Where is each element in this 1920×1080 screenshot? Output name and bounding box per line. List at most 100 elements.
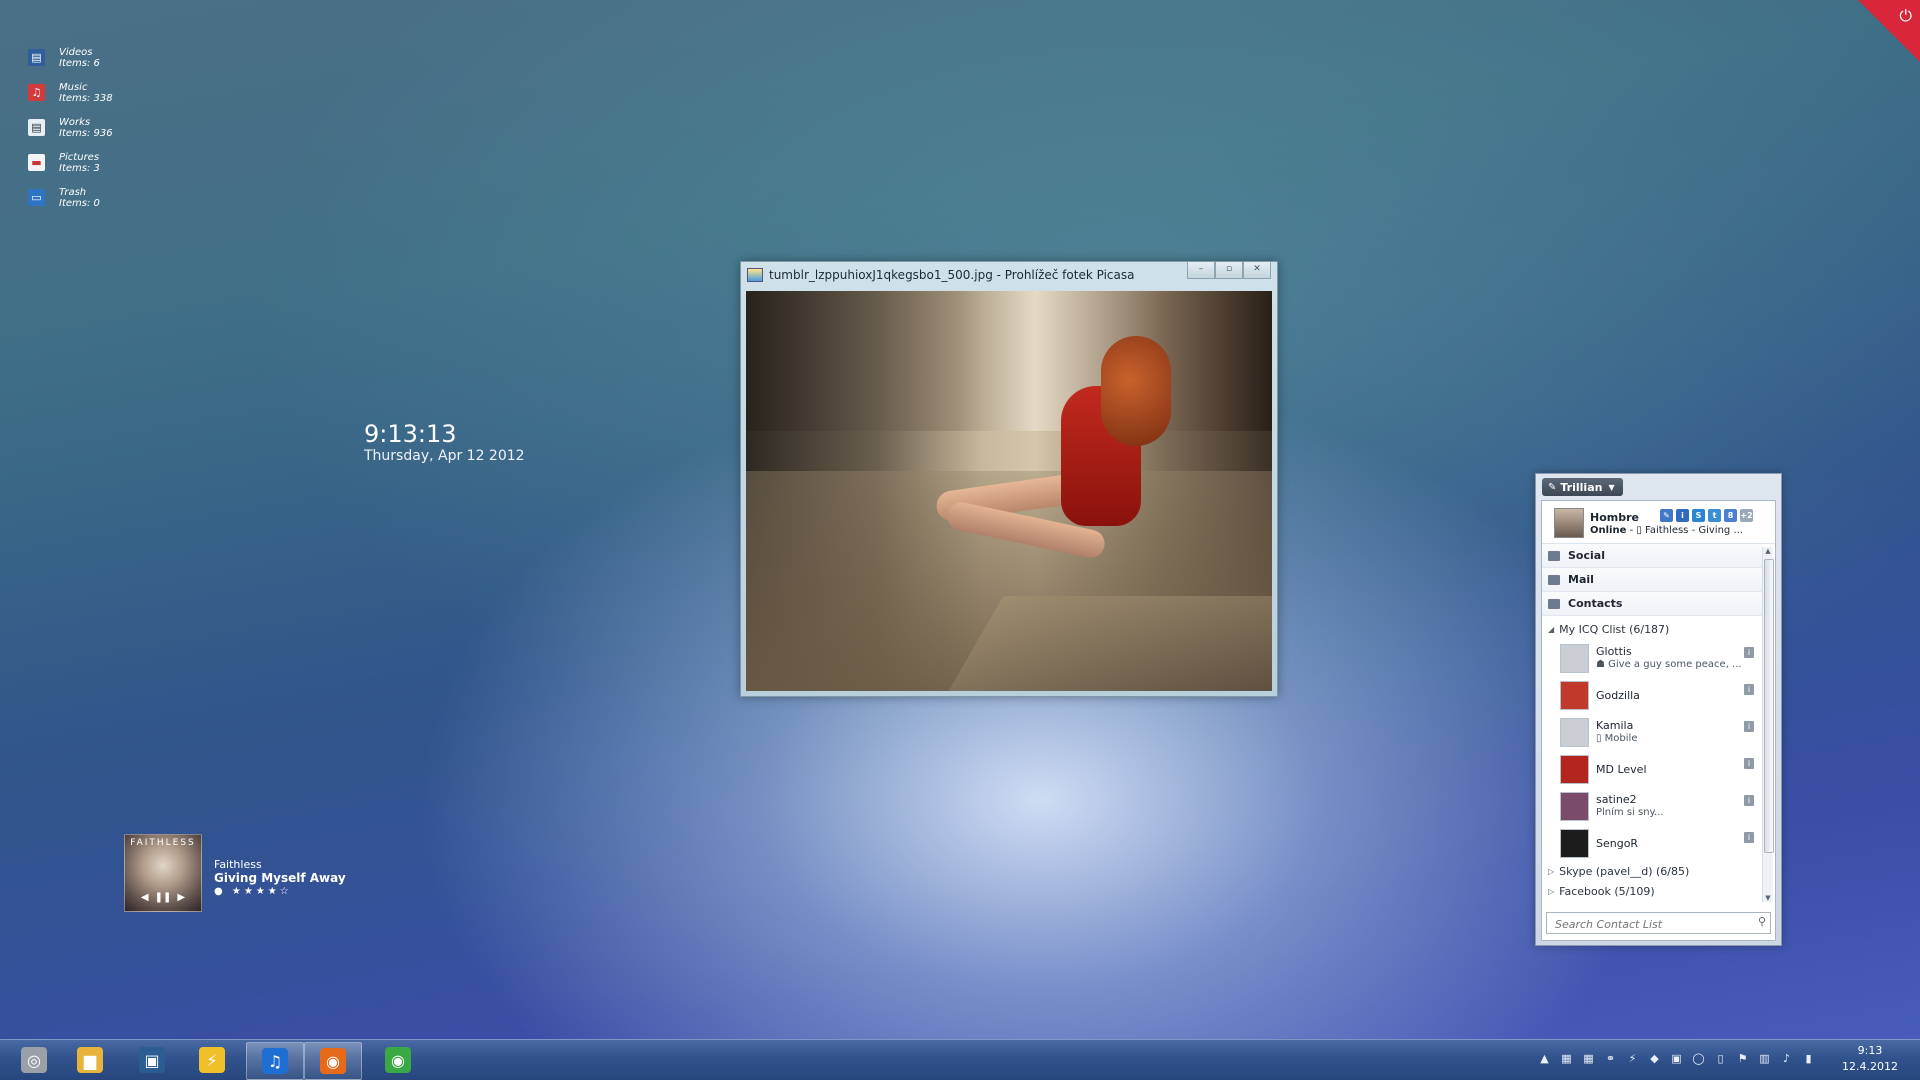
scroll-down-icon[interactable]: ▼	[1763, 894, 1773, 902]
explorer-icon: ▆	[77, 1047, 103, 1073]
contact-row[interactable]: Kamila ▯ Mobile i	[1542, 713, 1762, 750]
system-tray: ▲ ▦ ▦ ⚭ ⚡ ◆ ▣ ◯ ▯ ⚑ ▥ ♪ ▮	[1538, 1052, 1815, 1066]
playback-controls: ◀ ❚❚ ▶	[125, 892, 201, 903]
scrollbar-thumb[interactable]	[1764, 559, 1774, 853]
group-label: My ICQ Clist (6/187)	[1559, 622, 1670, 636]
previous-icon[interactable]: ◀	[141, 892, 149, 903]
tray-icon[interactable]: ◯	[1692, 1052, 1705, 1066]
taskbar-date: 12.4.2012	[1842, 1060, 1898, 1073]
network-icon[interactable]: 8	[1724, 509, 1737, 522]
contact-avatar	[1560, 792, 1589, 821]
desktop-item-label: Videos	[59, 46, 93, 58]
taskbar-app-chrome[interactable]: ◉	[370, 1042, 426, 1078]
tray-icon[interactable]: ▥	[1758, 1052, 1771, 1066]
info-icon[interactable]: i	[1744, 832, 1754, 843]
avatar[interactable]	[1554, 508, 1584, 538]
info-icon[interactable]: i	[1744, 647, 1754, 658]
close-button[interactable]: ✕	[1243, 262, 1271, 279]
desktop-item-label: Music	[59, 81, 88, 93]
search-box: ⚲	[1546, 912, 1771, 935]
desktop-item-trash[interactable]: ▭ Trash Items: 0	[28, 180, 168, 215]
pause-icon[interactable]: ❚❚	[155, 892, 172, 903]
trillian-menu-button[interactable]: ✎ Trillian ▼	[1542, 478, 1623, 496]
tray-icon[interactable]: ▣	[1670, 1052, 1683, 1066]
power-icon: ⏻	[1899, 6, 1912, 25]
music-widget: FAITHLESS ◀ ❚❚ ▶ Faithless Giving Myself…	[124, 834, 346, 912]
contact-row[interactable]: satine2 Plním si sny... i	[1542, 787, 1762, 824]
network-icon[interactable]: t	[1708, 509, 1721, 522]
title-bar[interactable]: tumblr_lzppuhioxJ1qkegsbo1_500.jpg - Pro…	[741, 262, 1277, 288]
tray-icon[interactable]: ⚭	[1604, 1052, 1617, 1066]
window-controls: – ▫ ✕	[1187, 262, 1271, 279]
contact-list: Glottis ☗ Give a guy some peace, ... i Godz…	[1542, 639, 1775, 861]
tray-icon[interactable]: ♪	[1780, 1052, 1793, 1066]
network-icons: ✎ i St 8 +2	[1660, 509, 1753, 522]
tray-icon[interactable]: ⚡	[1626, 1052, 1639, 1066]
tray-icon[interactable]: ▲	[1538, 1052, 1551, 1066]
taskbar-app-start[interactable]: ◎	[6, 1042, 62, 1078]
taskbar-app-window-app[interactable]: ▣	[124, 1042, 180, 1078]
power-button[interactable]: ⏻	[1858, 0, 1920, 62]
track-rating[interactable]: ● ★★★★☆	[214, 886, 346, 897]
taskbar-clock[interactable]: 9:13 12.4.2012	[1842, 1043, 1898, 1075]
contact-name: satine2	[1596, 793, 1637, 806]
section-mail[interactable]: Mail	[1542, 568, 1762, 592]
section-contacts[interactable]: Contacts	[1542, 592, 1762, 616]
contact-avatar	[1560, 829, 1589, 858]
network-icon[interactable]: S	[1692, 509, 1705, 522]
firefox-icon: ◉	[320, 1048, 346, 1074]
group-icq[interactable]: ◢ My ICQ Clist (6/187)	[1542, 619, 1762, 639]
trillian-window: ✎ Trillian ▼ Hombre Online - ▯ Faithless…	[1535, 473, 1782, 946]
desktop-item-pictures[interactable]: ▬ Pictures Items: 3	[28, 145, 168, 180]
tray-icon[interactable]: ⚑	[1736, 1052, 1749, 1066]
track-info: Faithless Giving Myself Away ● ★★★★☆	[214, 834, 346, 897]
group-facebook[interactable]: ▷ Facebook (5/109)	[1542, 881, 1762, 901]
contact-row[interactable]: MD Level i	[1542, 750, 1762, 787]
tray-icon[interactable]: ▯	[1714, 1052, 1727, 1066]
minimize-button[interactable]: –	[1187, 262, 1215, 279]
tray-icon[interactable]: ▮	[1802, 1052, 1815, 1066]
network-icon[interactable]: ✎	[1660, 509, 1673, 522]
tray-icon[interactable]: ▦	[1560, 1052, 1573, 1066]
clock-time: 9:13:13	[364, 420, 457, 448]
expand-icon: ▷	[1548, 866, 1555, 876]
clock-widget: 9:13:13 Thursday, Apr 12 2012	[364, 420, 525, 464]
album-art-text: FAITHLESS	[130, 838, 196, 848]
desktop-item-works[interactable]: ▤ Works Items: 936	[28, 110, 168, 145]
maximize-button[interactable]: ▫	[1215, 262, 1243, 279]
search-icon[interactable]: ⚲	[1758, 915, 1766, 928]
network-icon[interactable]: i	[1676, 509, 1689, 522]
taskbar-app-explorer[interactable]: ▆	[62, 1042, 118, 1078]
next-icon[interactable]: ▶	[177, 892, 185, 903]
contact-row[interactable]: Glottis ☗ Give a guy some peace, ... i	[1542, 639, 1762, 676]
tray-icon[interactable]: ◆	[1648, 1052, 1661, 1066]
info-icon[interactable]: i	[1744, 795, 1754, 806]
photo-image[interactable]	[746, 291, 1272, 691]
info-icon[interactable]: i	[1744, 758, 1754, 769]
contact-row[interactable]: Godzilla i	[1542, 676, 1762, 713]
taskbar-app-itunes[interactable]: ♫	[246, 1042, 304, 1080]
contact-row[interactable]: SengoR i	[1542, 824, 1762, 861]
expand-icon: ▷	[1548, 886, 1555, 896]
contact-status: Plním si sny...	[1596, 807, 1664, 818]
picasa-photo-viewer-window: tumblr_lzppuhioxJ1qkegsbo1_500.jpg - Pro…	[740, 261, 1278, 697]
scrollbar[interactable]: ▲ ▼	[1762, 547, 1774, 902]
track-artist: Faithless	[214, 858, 262, 871]
network-icon[interactable]: +2	[1740, 509, 1753, 522]
tray-icon[interactable]: ▦	[1582, 1052, 1595, 1066]
profile-header[interactable]: Hombre Online - ▯ Faithless - Giving ...…	[1542, 501, 1775, 544]
info-icon[interactable]: i	[1744, 721, 1754, 732]
taskbar-app-firefox[interactable]: ◉	[304, 1042, 362, 1080]
section-social[interactable]: Social	[1542, 544, 1762, 568]
contact-avatar	[1560, 718, 1589, 747]
profile-status[interactable]: Online - ▯ Faithless - Giving ...	[1590, 525, 1772, 536]
desktop-item-music[interactable]: ♫ Music Items: 338	[28, 75, 168, 110]
info-icon[interactable]: i	[1744, 684, 1754, 695]
start-icon: ◎	[21, 1047, 47, 1073]
winamp-icon: ⚡	[199, 1047, 225, 1073]
desktop-item-videos[interactable]: ▤ Videos Items: 6	[28, 40, 168, 75]
group-skype[interactable]: ▷ Skype (pavel__d) (6/85)	[1542, 861, 1762, 881]
search-input[interactable]	[1553, 914, 1747, 935]
scroll-up-icon[interactable]: ▲	[1763, 547, 1773, 555]
taskbar-app-winamp[interactable]: ⚡	[184, 1042, 240, 1078]
